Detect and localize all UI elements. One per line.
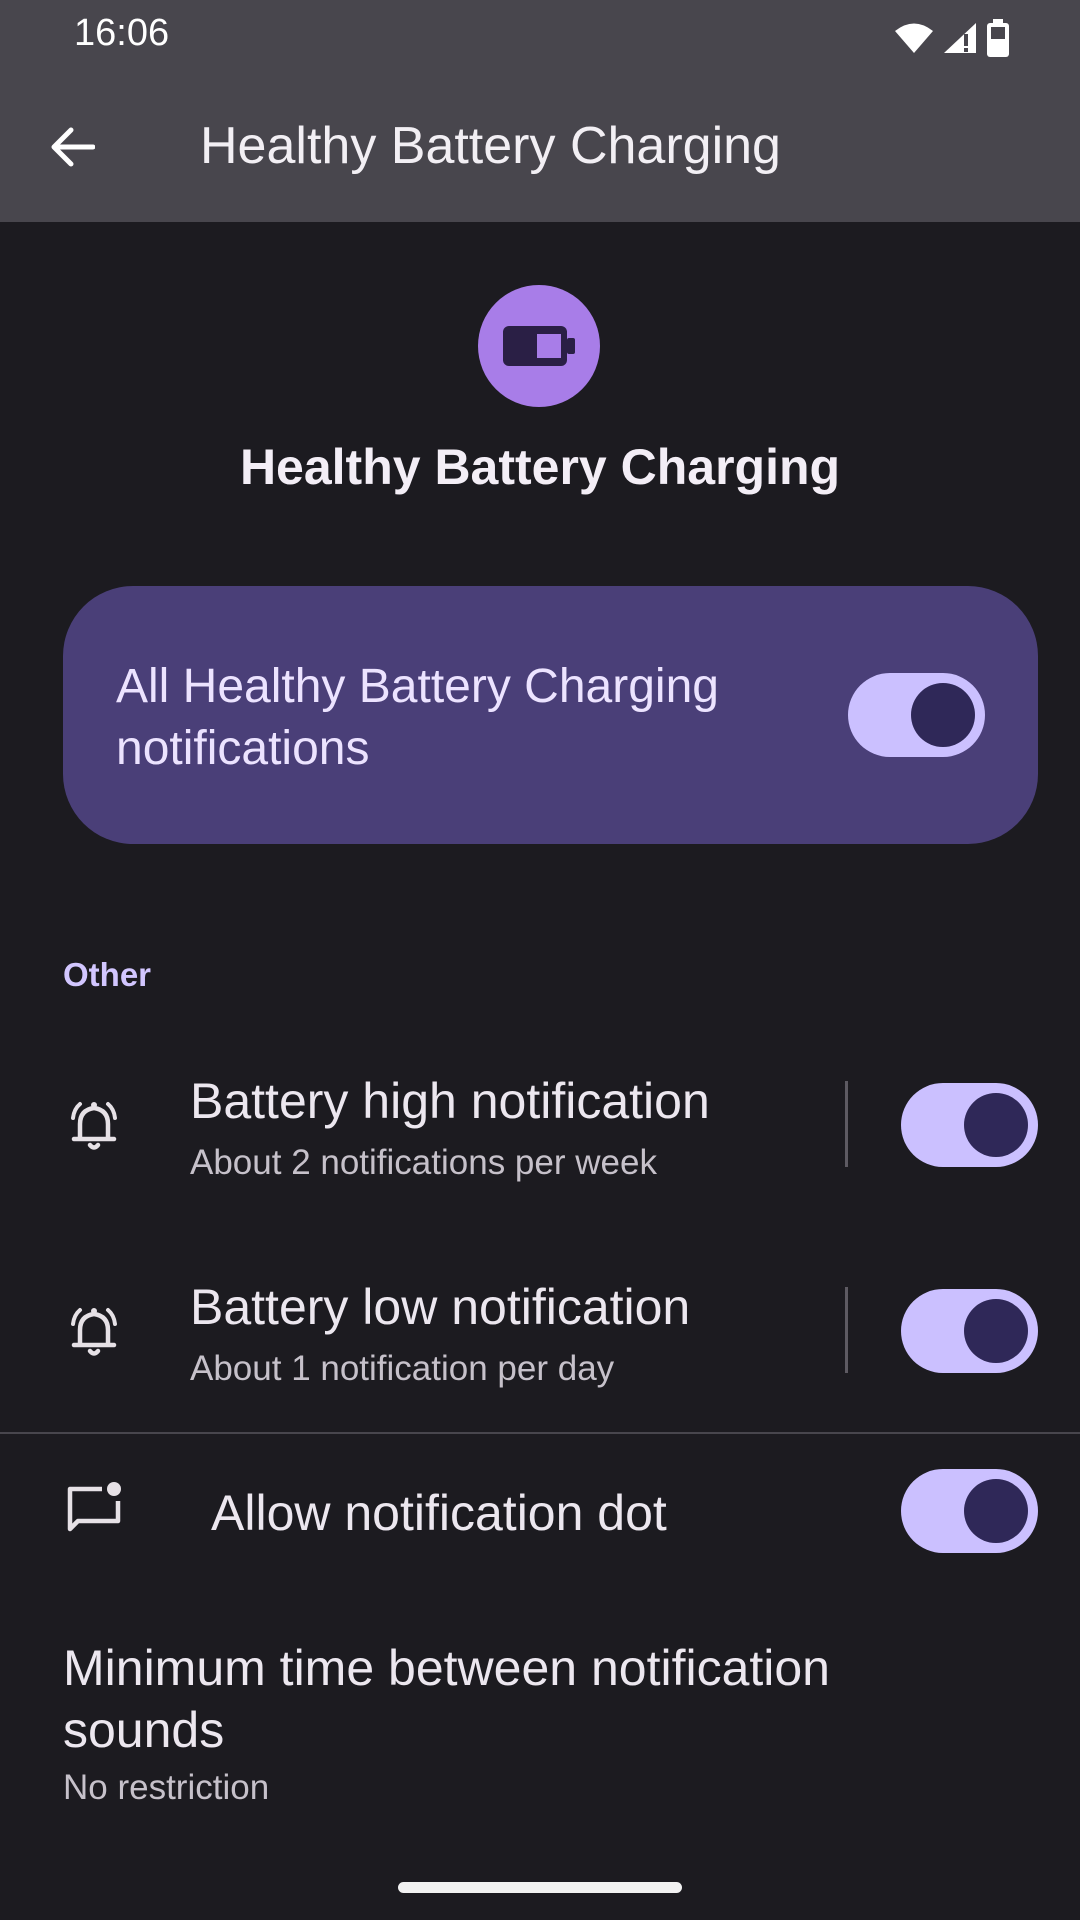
- notification-dot-icon: [67, 1482, 121, 1532]
- section-header-other: Other: [63, 956, 152, 993]
- arrow-back-icon: [51, 127, 95, 167]
- status-time: 16:06: [74, 12, 170, 54]
- status-icons: [894, 18, 1010, 58]
- all-notifications-card[interactable]: All Healthy Battery Charging notificatio…: [63, 586, 1038, 844]
- all-notifications-label: All Healthy Battery Charging notificatio…: [116, 660, 719, 775]
- minimum-time-value: No restriction: [63, 1768, 270, 1807]
- switch-thumb: [911, 683, 975, 747]
- minimum-time-title: Minimum time between notification sounds: [63, 1640, 830, 1758]
- battery-status-icon: [987, 19, 1009, 57]
- battery-low-switch[interactable]: [901, 1289, 1038, 1373]
- channel-title: Battery high notification: [190, 1073, 710, 1129]
- bell-ringing-icon: [71, 1308, 117, 1356]
- app-icon: [478, 285, 600, 407]
- battery-high-switch[interactable]: [901, 1083, 1038, 1167]
- status-bar: 16:06: [0, 0, 1080, 72]
- all-notifications-switch[interactable]: [848, 673, 985, 757]
- app-bar: Healthy Battery Charging: [0, 72, 1080, 222]
- battery-icon: [503, 326, 575, 366]
- divider: [845, 1081, 848, 1167]
- switch-thumb: [964, 1299, 1028, 1363]
- bell-ringing-icon: [71, 1102, 117, 1150]
- channel-subtitle: About 2 notifications per week: [190, 1143, 657, 1182]
- switch-thumb: [964, 1093, 1028, 1157]
- channel-title: Battery low notification: [190, 1279, 691, 1335]
- channel-subtitle: About 1 notification per day: [190, 1349, 615, 1388]
- signal-icon: [944, 23, 976, 53]
- app-bar-title: Healthy Battery Charging: [200, 117, 781, 175]
- notification-dot-switch[interactable]: [901, 1469, 1038, 1553]
- page-title: Healthy Battery Charging: [239, 439, 841, 495]
- section-divider: [0, 1432, 1080, 1434]
- home-indicator[interactable]: [398, 1882, 682, 1893]
- notification-dot-title: Allow notification dot: [211, 1485, 667, 1541]
- switch-thumb: [964, 1479, 1028, 1543]
- wifi-icon: [895, 23, 933, 53]
- back-button[interactable]: [32, 107, 112, 187]
- divider: [845, 1287, 848, 1373]
